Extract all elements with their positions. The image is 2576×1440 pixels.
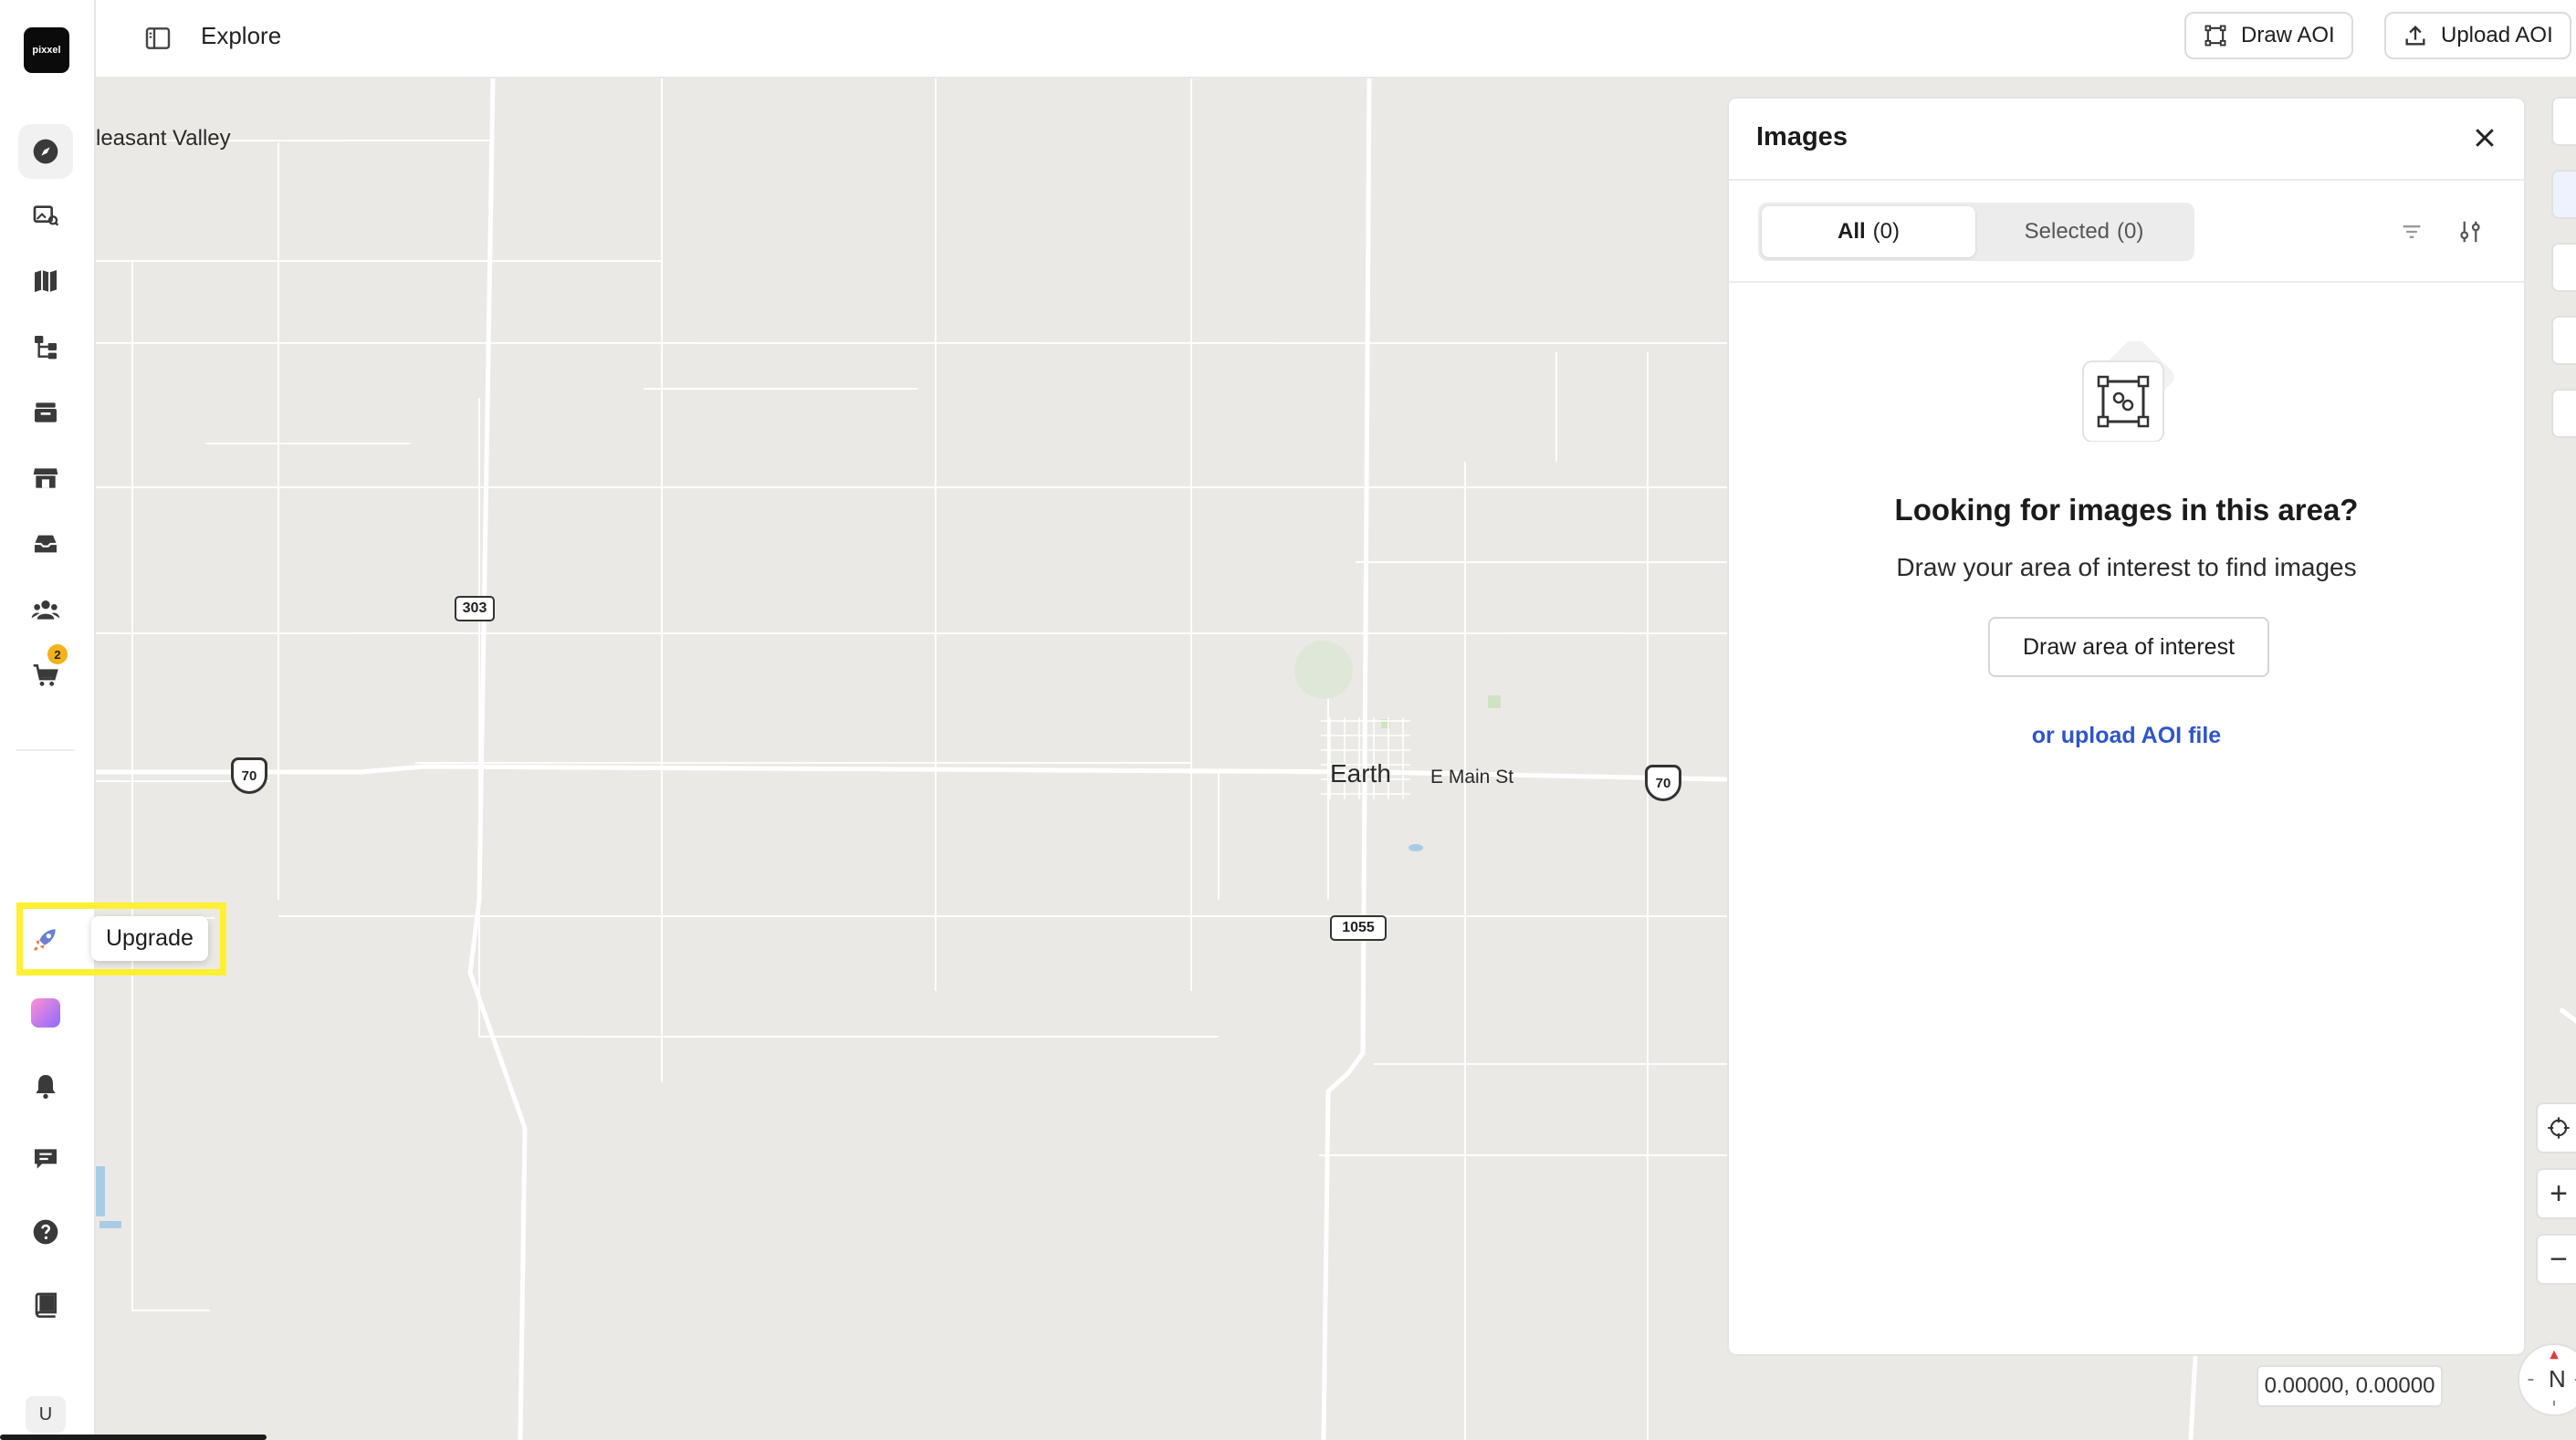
coordinates-readout: 0.00000, 0.00000: [2257, 1365, 2443, 1407]
help-icon: [33, 1219, 58, 1245]
ai-gradient-icon: [31, 998, 60, 1028]
locate-button[interactable]: [2536, 1102, 2576, 1153]
tab-all-label: All: [1837, 219, 1866, 244]
right-tool-annotations[interactable]: [2551, 316, 2576, 365]
tab-all-count: (0): [1872, 219, 1900, 244]
upload-icon: [2405, 26, 2425, 46]
sidebar-item-docs[interactable]: [18, 1278, 73, 1332]
sidebar-item-workflows[interactable]: [18, 319, 73, 374]
image-search-icon: [33, 205, 59, 226]
tab-selected[interactable]: Selected (0): [1977, 206, 2191, 257]
panel-toggle-button[interactable]: [140, 20, 176, 57]
sidebar-item-explore[interactable]: [18, 124, 73, 179]
map-icon: [35, 270, 57, 292]
cart-badge: 2: [47, 644, 68, 664]
sidebar-item-cart[interactable]: 2: [18, 644, 73, 703]
sidebar-item-maps[interactable]: [18, 254, 73, 308]
cart-icon: [33, 664, 58, 686]
sliders-icon: [2460, 221, 2480, 243]
sidebar-item-feedback[interactable]: [18, 1132, 73, 1186]
sidebar-item-notifications[interactable]: [18, 1059, 73, 1113]
draw-aoi-label: Draw AOI: [2241, 23, 2335, 47]
sidebar-toggle-icon: [145, 27, 171, 49]
crosshair-icon: [2548, 1117, 2570, 1139]
upload-aoi-button[interactable]: Upload AOI: [2384, 12, 2571, 59]
draw-aoi-icon: [2204, 25, 2226, 47]
user-avatar[interactable]: U: [26, 1396, 66, 1433]
sidebar-item-store[interactable]: [18, 451, 73, 506]
panel-divider-2: [1729, 281, 2524, 283]
draw-aoi-button[interactable]: Draw AOI: [2184, 12, 2353, 59]
tab-selected-label: Selected: [2024, 219, 2110, 244]
map-label-e-main-st: E Main St: [1430, 767, 1514, 788]
sort-icon: [2403, 225, 2421, 238]
zoom-in-button[interactable]: +: [2536, 1168, 2576, 1219]
close-icon: [2476, 129, 2494, 147]
sidebar-divider: [16, 749, 75, 751]
upload-aoi-file-link[interactable]: or upload AOI file: [1729, 723, 2524, 749]
route-shield-1055: 1055: [1330, 915, 1387, 941]
sidebar: pixxel 2 U: [0, 0, 96, 1440]
store-icon: [33, 468, 58, 488]
sidebar-item-archive[interactable]: [18, 385, 73, 440]
empty-state-subtitle: Draw your area of interest to find image…: [1896, 553, 2357, 581]
panel-divider: [1729, 179, 2524, 181]
compass-control[interactable]: N: [2518, 1343, 2576, 1416]
images-panel: Images All (0) Selected (0) Looking for …: [1727, 97, 2526, 1356]
filter-button[interactable]: [2454, 215, 2487, 248]
images-panel-title: Images: [1756, 122, 1848, 151]
compass-north-label: N: [2549, 1365, 2566, 1393]
compass-needle-icon: [2528, 1350, 2576, 1406]
zoom-out-button[interactable]: −: [2536, 1234, 2576, 1285]
sidebar-item-images[interactable]: [18, 188, 73, 243]
sidebar-item-orders[interactable]: [18, 517, 73, 571]
archive-icon: [35, 402, 57, 423]
upload-aoi-label: Upload AOI: [2441, 23, 2553, 47]
close-panel-button[interactable]: [2469, 122, 2500, 153]
page-title: Explore: [201, 22, 282, 49]
window-bottom-bar: [0, 1435, 267, 1440]
right-tool-layers[interactable]: [2551, 243, 2576, 292]
sort-button[interactable]: [2395, 215, 2428, 248]
tab-all[interactable]: All (0): [1762, 206, 1975, 257]
workflow-icon: [35, 336, 57, 360]
bell-icon: [36, 1075, 56, 1099]
images-tab-switch: All (0) Selected (0): [1758, 203, 2194, 261]
empty-state-title: Looking for images in this area?: [1894, 493, 2359, 527]
right-tool-search[interactable]: [2551, 97, 2576, 146]
aoi-illustration-icon: [2082, 341, 2174, 442]
sidebar-item-ai-assistant[interactable]: [18, 986, 73, 1040]
upgrade-tooltip: Upgrade: [91, 916, 208, 961]
compass-icon: [33, 139, 58, 164]
team-icon: [31, 600, 60, 620]
right-tool-images[interactable]: [2551, 170, 2576, 219]
sidebar-item-help[interactable]: [18, 1205, 73, 1259]
book-icon: [35, 1292, 57, 1318]
app-logo[interactable]: pixxel: [24, 27, 69, 73]
us-route-shield-70-west: 70: [231, 757, 267, 794]
route-shield-303: 303: [455, 596, 495, 621]
map-label-pleasant-valley: leasant Valley: [96, 126, 231, 151]
draw-area-of-interest-button[interactable]: Draw area of interest: [1988, 617, 2269, 677]
tab-selected-count: (0): [2117, 219, 2144, 244]
top-header: Explore Draw AOI Upload AOI: [96, 0, 2576, 78]
sidebar-item-team[interactable]: [18, 582, 73, 637]
chat-icon: [35, 1149, 57, 1169]
right-tool-measure[interactable]: [2551, 389, 2576, 438]
map-label-earth: Earth: [1330, 759, 1391, 788]
inbox-icon: [35, 535, 57, 553]
us-route-shield-70-east: 70: [1645, 765, 1681, 801]
